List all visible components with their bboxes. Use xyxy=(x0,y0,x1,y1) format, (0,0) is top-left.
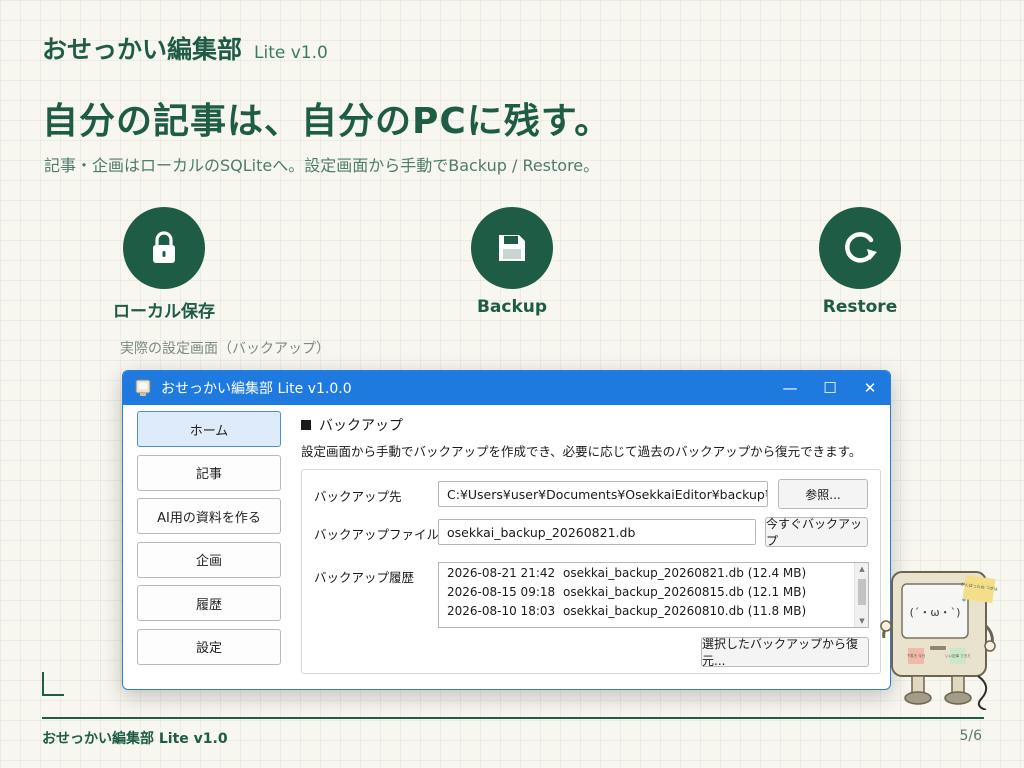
footer-divider xyxy=(42,717,984,719)
page-number: 5/6 xyxy=(959,728,982,744)
screenshot-caption: 実際の設定画面（バックアップ） xyxy=(120,341,330,357)
corner-mark xyxy=(42,672,64,696)
app-icon xyxy=(135,379,151,396)
feature-label: Restore xyxy=(822,297,898,317)
history-datetime: 2026-08-21 21:42 xyxy=(447,565,556,580)
window-titlebar[interactable]: おせっかい編集部 Lite v1.0.0 — ☐ ✕ xyxy=(123,371,890,405)
restore-icon xyxy=(819,207,901,289)
brand-header: おせっかい編集部 Lite v1.0 xyxy=(42,30,328,66)
lock-icon xyxy=(123,207,205,289)
footer-brand: おせっかい編集部 Lite v1.0 xyxy=(42,731,228,747)
window-title: おせっかい編集部 Lite v1.0.0 xyxy=(161,381,352,397)
history-datetime: 2026-08-10 18:03 xyxy=(447,603,556,618)
section-title: バックアップ xyxy=(301,415,881,435)
sidebar-item-home[interactable]: ホーム xyxy=(137,411,281,447)
sidebar-item-settings[interactable]: 設定 xyxy=(137,628,281,665)
backup-history-label: バックアップ履歴 xyxy=(314,570,415,585)
save-icon xyxy=(471,207,553,289)
feature-label: Backup xyxy=(476,297,548,317)
section-title-text: バックアップ xyxy=(319,418,403,434)
mascot-note-left: 下書き 今日 xyxy=(907,653,926,658)
scroll-down-icon[interactable]: ▼ xyxy=(855,615,868,627)
app-window: おせっかい編集部 Lite v1.0.0 — ☐ ✕ ホーム 記事 AI用の資料… xyxy=(122,370,891,690)
list-item[interactable]: 2026-08-21 21:42 osekkai_backup_20260821… xyxy=(439,563,868,582)
backup-now-button[interactable]: 今すぐバックアップ xyxy=(765,517,868,548)
history-size: (11.8 MB) xyxy=(747,603,807,618)
brand-name: おせっかい編集部 xyxy=(42,35,243,64)
headline: 自分の記事は、自分のPCに残す。 xyxy=(42,101,612,142)
history-file: osekkai_backup_20260815.db xyxy=(563,584,744,599)
history-file: osekkai_backup_20260810.db xyxy=(563,603,744,618)
history-size: (12.1 MB) xyxy=(747,584,807,599)
list-item[interactable]: 2026-08-10 18:03 osekkai_backup_20260810… xyxy=(439,601,868,620)
backup-dest-field[interactable]: C:¥Users¥user¥Documents¥OsekkaiEditor¥ba… xyxy=(438,481,768,507)
mascot-computer-illustration: (´・ω・`) がんばったね つぎは 下書き 今日 いい記事 できた xyxy=(880,571,998,710)
feature-local-save: ローカル保存 xyxy=(64,207,264,322)
backup-file-field[interactable]: osekkai_backup_20260821.db xyxy=(438,519,756,545)
sidebar-item-ai-materials[interactable]: AI用の資料を作る xyxy=(137,498,281,535)
maximize-icon[interactable]: ☐ xyxy=(810,371,850,405)
browse-button[interactable]: 参照... xyxy=(778,479,868,509)
scroll-up-icon[interactable]: ▲ xyxy=(855,563,868,575)
sidebar: ホーム 記事 AI用の資料を作る 企画 履歴 設定 xyxy=(137,411,281,673)
restore-button[interactable]: 選択したバックアップから復元... xyxy=(701,637,869,668)
sidebar-item-articles[interactable]: 記事 xyxy=(137,454,281,491)
square-bullet-icon xyxy=(301,420,311,430)
feature-label: ローカル保存 xyxy=(113,302,215,322)
minimize-icon[interactable]: — xyxy=(770,371,810,405)
backup-dest-label: バックアップ先 xyxy=(314,489,402,504)
feature-backup: Backup xyxy=(412,207,612,317)
subtitle: 記事・企画はローカルのSQLiteへ。設定画面から手動でBackup / Res… xyxy=(44,156,600,175)
mascot-note-right: いい記事 できた xyxy=(945,653,971,658)
section-description: 設定画面から手動でバックアップを作成でき、必要に応じて過去のバックアップから復元… xyxy=(301,444,862,459)
list-item[interactable]: 2026-08-15 09:18 osekkai_backup_20260815… xyxy=(439,582,868,601)
brand-version: Lite v1.0 xyxy=(254,43,328,63)
backup-history-list[interactable]: 2026-08-21 21:42 osekkai_backup_20260821… xyxy=(438,562,869,628)
sidebar-item-history[interactable]: 履歴 xyxy=(137,585,281,622)
list-scrollbar[interactable]: ▲ ▼ xyxy=(854,563,868,627)
feature-restore: Restore xyxy=(760,207,960,317)
backup-file-label: バックアップファイル名 xyxy=(314,527,452,542)
scroll-thumb[interactable] xyxy=(858,579,866,605)
history-datetime: 2026-08-15 09:18 xyxy=(447,584,556,599)
sidebar-item-plans[interactable]: 企画 xyxy=(137,541,281,578)
close-icon[interactable]: ✕ xyxy=(850,371,890,405)
backup-panel: バックアップ 設定画面から手動でバックアップを作成でき、必要に応じて過去のバック… xyxy=(301,415,881,674)
mascot-face: (´・ω・`) xyxy=(910,606,961,619)
history-size: (12.4 MB) xyxy=(747,565,807,580)
backup-settings-group: バックアップ先 C:¥Users¥user¥Documents¥OsekkaiE… xyxy=(301,469,881,674)
history-file: osekkai_backup_20260821.db xyxy=(563,565,744,580)
